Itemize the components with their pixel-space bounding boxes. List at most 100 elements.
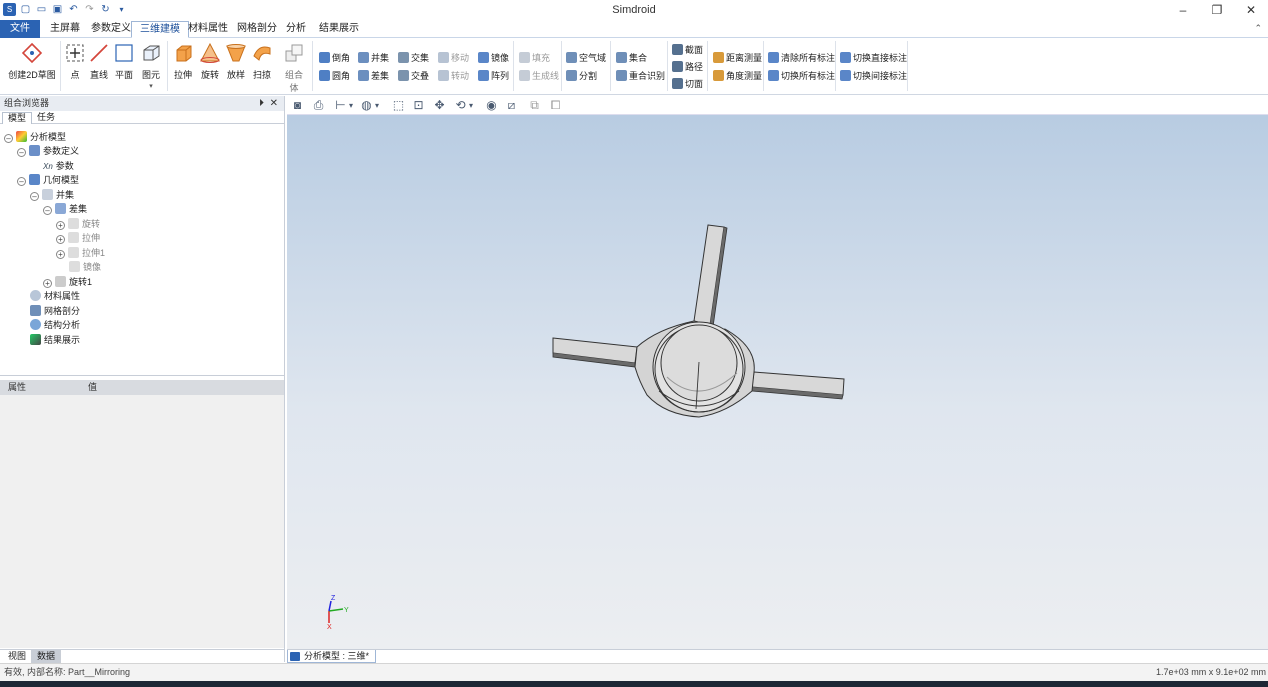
pin-panel-icon[interactable]: ⏵ <box>259 96 264 111</box>
minimize-button[interactable]: – <box>1166 0 1200 20</box>
rotate-button[interactable]: 转动 <box>438 69 469 83</box>
loft-button[interactable]: 放样 <box>225 42 247 81</box>
cut-plane-button[interactable]: 切面 <box>672 77 703 91</box>
collapse-icon[interactable]: – <box>30 192 39 201</box>
pattern-button[interactable]: 阵列 <box>478 69 509 83</box>
close-panel-icon[interactable]: ✕ <box>270 96 278 111</box>
fill-button[interactable]: 填充 <box>519 51 550 65</box>
part-model[interactable] <box>552 224 845 418</box>
point-button[interactable]: 点 <box>64 42 86 81</box>
print-icon[interactable]: ⎙ <box>311 98 326 113</box>
union-button[interactable]: 并集 <box>358 51 389 65</box>
tree-item-analysis-model[interactable]: – 分析模型 <box>4 130 66 144</box>
tree-item-material[interactable]: 材料属性 <box>30 289 80 303</box>
rotate-view-icon[interactable]: ⟲ <box>453 98 468 113</box>
air-domain-button[interactable]: 空气域 <box>566 51 606 65</box>
tab-analysis[interactable]: 分析 <box>278 21 314 38</box>
show-hide-icon[interactable]: ◉ <box>484 98 499 113</box>
subtract-button[interactable]: 差集 <box>358 69 389 83</box>
property-grid <box>0 395 284 648</box>
zoom-box-icon[interactable]: ⬚ <box>391 98 406 113</box>
clear-annotations-button[interactable]: 清除所有标注 <box>768 51 835 65</box>
tab-home[interactable]: 主屏幕 <box>42 21 88 38</box>
axis-dropdown-icon[interactable]: ▾ <box>347 98 355 113</box>
sweep-icon <box>253 46 271 61</box>
mirror-button[interactable]: 镜像 <box>478 51 509 65</box>
tab-task[interactable]: 任务 <box>32 112 60 124</box>
tree-item-revolve1[interactable]: + 旋转1 <box>43 275 92 289</box>
tree-item-mesh[interactable]: 网格剖分 <box>30 304 80 318</box>
tree-item-subtract[interactable]: – 差集 <box>43 202 87 216</box>
tree-item-results[interactable]: 结果展示 <box>30 333 80 347</box>
fit-all-icon[interactable]: ⊡ <box>411 98 426 113</box>
tab-mesh[interactable]: 网格剖分 <box>229 21 285 38</box>
tree-item-extrude1[interactable]: + 拉伸1 <box>56 246 105 260</box>
angle-measure-button[interactable]: 角度测量 <box>713 69 762 83</box>
tree-item-param-def[interactable]: – 参数定义 <box>17 144 79 158</box>
fill-label: 填充 <box>532 53 551 63</box>
tree-item-mirror[interactable]: 镜像 <box>69 260 101 274</box>
generate-line-button[interactable]: 生成线 <box>519 69 559 83</box>
toggle-annotations-button[interactable]: 切换所有标注 <box>768 69 835 83</box>
split-button[interactable]: 分割 <box>566 69 597 83</box>
set-button[interactable]: 集合 <box>616 51 647 65</box>
overlap-button[interactable]: 交叠 <box>398 69 429 83</box>
tree-item-union[interactable]: – 并集 <box>30 188 74 202</box>
model-render[interactable]: X Y Z <box>287 115 1268 649</box>
tree-label: 材料属性 <box>44 291 81 301</box>
primitive-dropdown-icon[interactable]: ▾ <box>139 82 163 90</box>
view-dropdown-icon[interactable]: ▾ <box>467 98 475 113</box>
display-mode-icon[interactable]: ◍ <box>359 98 374 113</box>
primitive-button[interactable]: 图元 ▾ <box>139 42 163 90</box>
tree-item-param[interactable]: Xn 参数 <box>43 159 74 173</box>
screenshot-icon[interactable]: ◙ <box>290 98 305 113</box>
toggle-direct-button[interactable]: 切换直接标注 <box>840 51 907 65</box>
tab-model[interactable]: 模型 <box>2 112 33 124</box>
tree-item-revolve[interactable]: + 旋转 <box>56 217 100 231</box>
collapse-icon[interactable]: – <box>17 148 26 157</box>
create-2d-sketch-button[interactable]: 创建2D草图 <box>8 42 56 81</box>
tab-data[interactable]: 数据 <box>31 650 62 663</box>
section-view-icon[interactable]: ⧉ <box>527 98 542 113</box>
collapse-ribbon-icon[interactable]: ⌃ <box>1254 23 1262 34</box>
3d-viewport[interactable]: X Y Z <box>287 115 1268 649</box>
clip-view-icon[interactable]: ⧠ <box>548 98 563 113</box>
primitive-icon <box>143 45 160 61</box>
section-button[interactable]: 截面 <box>672 43 703 57</box>
collapse-icon[interactable]: – <box>43 206 52 215</box>
tab-results[interactable]: 结果展示 <box>311 21 367 38</box>
toggle-indirect-button[interactable]: 切换间接标注 <box>840 69 907 83</box>
line-button[interactable]: 直线 <box>88 42 110 81</box>
coincide-button[interactable]: 重合识别 <box>616 69 665 83</box>
display-dropdown-icon[interactable]: ▾ <box>373 98 381 113</box>
distance-measure-button[interactable]: 距离测量 <box>713 51 762 65</box>
tree-item-geometry[interactable]: – 几何模型 <box>17 173 79 187</box>
axis-icon[interactable]: ⊢ <box>333 98 348 113</box>
sweep-button[interactable]: 扫掠 <box>251 42 273 81</box>
tree-item-structure[interactable]: 结构分析 <box>30 318 80 332</box>
tab-file[interactable]: 文件 <box>0 20 40 38</box>
chamfer-button[interactable]: 倒角 <box>319 51 350 65</box>
document-tab-analysis-model[interactable]: 分析模型 : 三维* <box>287 650 377 663</box>
plane-button[interactable]: 平面 <box>113 42 135 81</box>
collapse-icon[interactable]: – <box>4 134 13 143</box>
expand-icon[interactable]: + <box>56 250 65 259</box>
assembly-button[interactable]: 组合体 <box>281 42 307 94</box>
intersect-button[interactable]: 交集 <box>398 51 429 65</box>
move-button[interactable]: 移动 <box>438 51 469 65</box>
close-button[interactable]: ✕ <box>1234 0 1268 20</box>
restore-button[interactable]: ❐ <box>1200 0 1234 20</box>
fit-selection-icon[interactable]: ✥ <box>432 98 447 113</box>
tab-material[interactable]: 材料属性 <box>180 21 236 38</box>
path-button[interactable]: 路径 <box>672 60 703 74</box>
extrude-button[interactable]: 拉伸 <box>172 42 194 81</box>
expand-icon[interactable]: + <box>56 221 65 230</box>
fillet-button[interactable]: 圆角 <box>319 69 350 83</box>
collapse-icon[interactable]: – <box>17 177 26 186</box>
revolve-button[interactable]: 旋转 <box>199 42 221 81</box>
tree-item-extrude[interactable]: + 拉伸 <box>56 231 100 245</box>
expand-icon[interactable]: + <box>56 235 65 244</box>
toggle-visibility-icon[interactable]: ⧄ <box>504 98 519 113</box>
expand-icon[interactable]: + <box>43 279 52 288</box>
tab-view[interactable]: 视图 <box>2 650 32 663</box>
